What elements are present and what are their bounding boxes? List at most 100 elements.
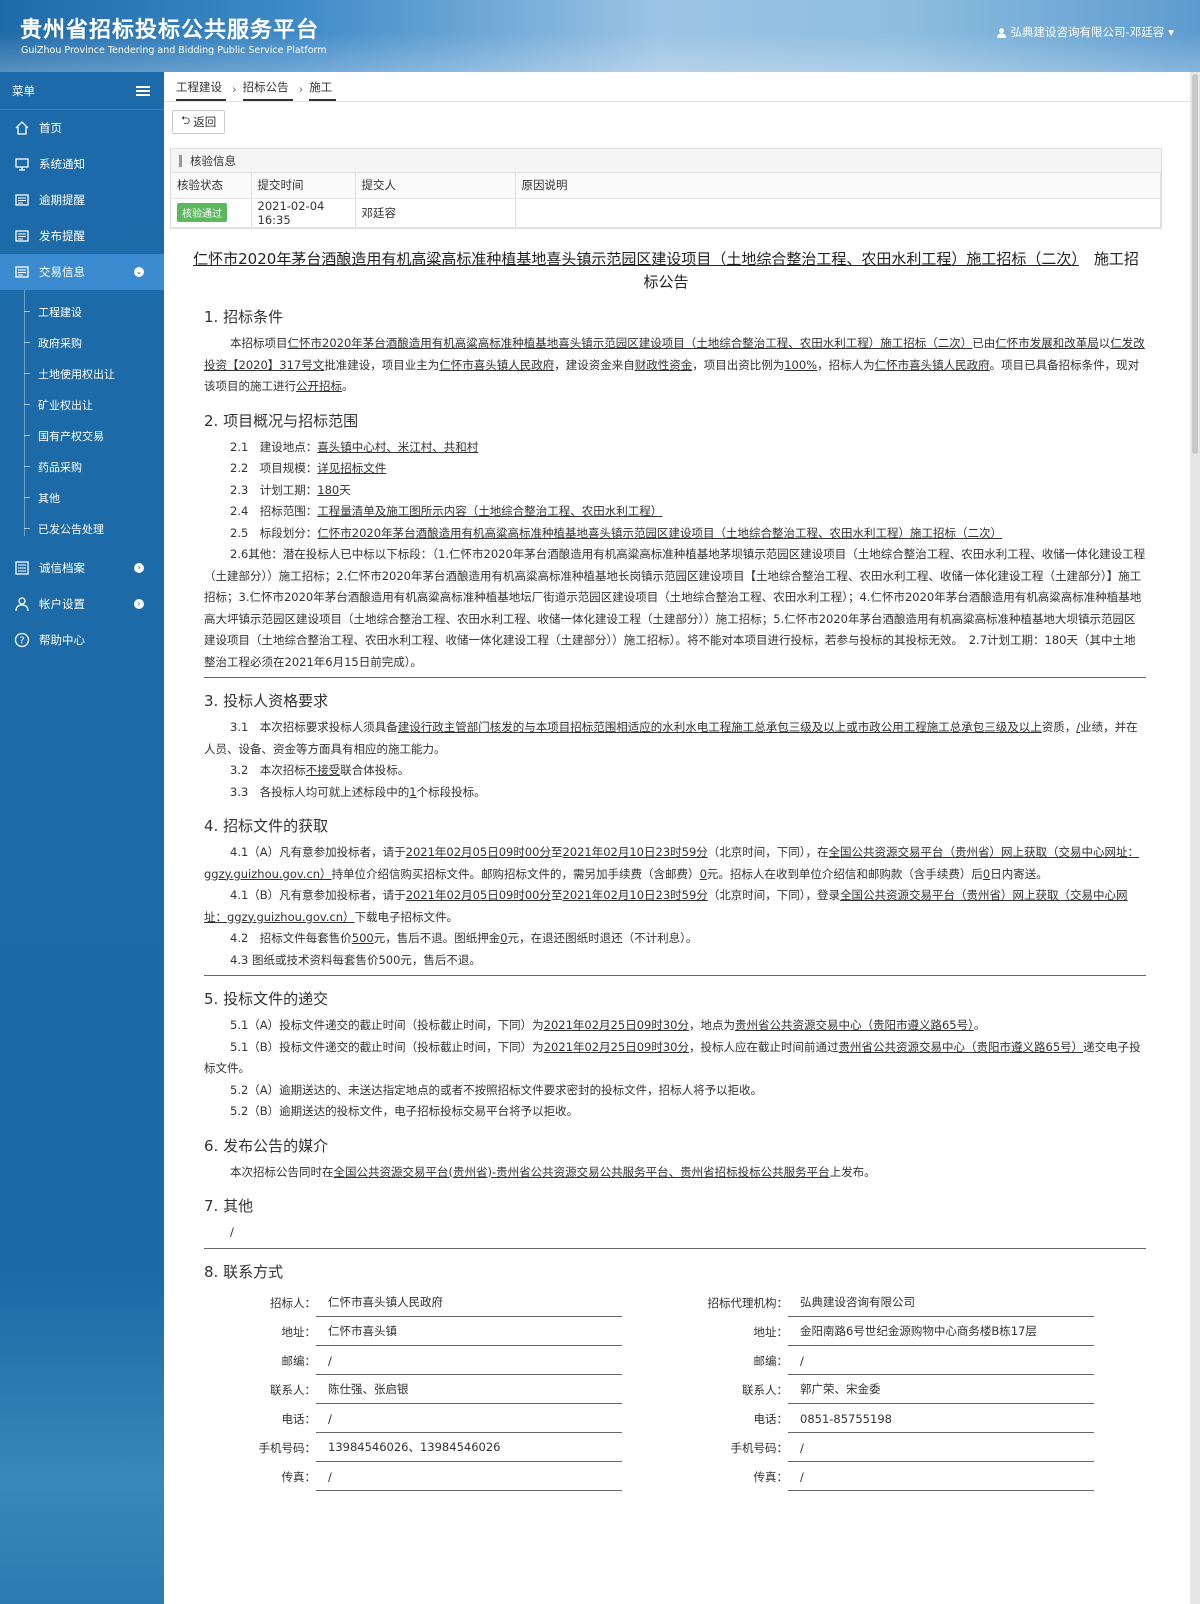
monitor-icon — [13, 155, 31, 173]
contact-row: 手机号码： 13984546026、13984546026 — [186, 1433, 622, 1462]
sidebar-item-publish[interactable]: 发布提醒 — [0, 218, 164, 254]
main-content: 工程建设 › 招标公告 › 施工 ⮌ 返回 核验信息 核验状态 提交时间 提交人 … — [164, 72, 1190, 1604]
verify-table: 核验状态 提交时间 提交人 原因说明 核验通过 2021-02-04 16:35… — [171, 173, 1161, 228]
paragraph: 本招标项目仁怀市2020年茅台酒酿造用有机高粱高标准种植基地喜头镇示范园区建设项… — [204, 336, 1145, 393]
contact-row: 地址： 仁怀市喜头镇 — [186, 1317, 622, 1346]
breadcrumb: 工程建设 › 招标公告 › 施工 — [164, 72, 1190, 102]
reason-cell — [515, 198, 1161, 228]
announcement-document: 仁怀市2020年茅台酒酿造用有机高粱高标准种植基地喜头镇示范园区建设项目（土地综… — [186, 248, 1146, 1498]
sidebar-item-home[interactable]: 首页 — [0, 110, 164, 146]
section-title: 5. 投标文件的递交 — [204, 990, 329, 1008]
section-title: 1. 招标条件 — [204, 308, 284, 326]
section-title: 8. 联系方式 — [204, 1262, 284, 1281]
breadcrumb-item[interactable]: 招标公告 — [242, 79, 293, 101]
sidebar-subitem-construction[interactable]: 工程建设 — [0, 296, 164, 327]
paragraph: / — [230, 1225, 234, 1239]
paragraph: 2.3 计划工期：180天 — [230, 482, 351, 497]
sidebar-item-credit[interactable]: 诚信档案 › — [0, 550, 164, 586]
sidebar-item-label: 逾期提醒 — [39, 193, 85, 207]
title-tail: 施工招 — [1093, 250, 1139, 268]
sidebar-item-label: 帮助中心 — [39, 633, 85, 647]
back-label: 返回 — [193, 115, 217, 129]
col-header: 提交时间 — [251, 173, 356, 199]
sidebar-subitem-gov-procurement[interactable]: 政府采购 — [0, 327, 164, 358]
sidebar: 菜单 首页 系统通知 逾期提醒 发布提醒 交易信息 ⌄ 工程建设 政府采购 土地使… — [0, 72, 164, 1604]
divider — [204, 677, 1146, 678]
section-title: 6. 发布公告的媒介 — [204, 1136, 329, 1155]
contact-row: 电话： 0851-85755198 — [656, 1404, 1094, 1433]
sidebar-item-label: 发布提醒 — [39, 229, 85, 243]
sidebar-subitem-published[interactable]: 已发公告处理 — [0, 513, 164, 544]
contact-row: 招标代理机构： 弘典建设咨询有限公司 — [656, 1288, 1094, 1317]
site-title: 贵州省招标投标公共服务平台 — [20, 18, 320, 43]
section-title: 2. 项目概况与招标范围 — [204, 411, 359, 430]
paragraph: 2.2 项目规模：详见招标文件 — [230, 461, 387, 475]
title-project: 仁怀市2020年茅台酒酿造用有机高粱高标准种植基地喜头镇示范园区建设项目（土地综… — [193, 250, 1079, 268]
sidebar-item-trade[interactable]: 交易信息 ⌄ — [0, 254, 164, 290]
sidebar-item-help[interactable]: ? 帮助中心 — [0, 622, 164, 658]
paragraph: 5.2（B）逾期送达的投标文件，电子招标投标交易平台将予以拒收。 — [230, 1104, 579, 1118]
contact-row: 传真： / — [656, 1462, 1094, 1491]
breadcrumb-item[interactable]: 工程建设 — [176, 79, 226, 101]
divider — [204, 1247, 1146, 1249]
table-header: 核验状态 提交时间 提交人 原因说明 — [171, 173, 1161, 199]
status-cell: 核验通过 — [171, 198, 252, 228]
sidebar-subitem-mining[interactable]: 矿业权出让 — [0, 389, 164, 420]
paragraph: 2.4 招标范围：工程量清单及施工图所示内容（土地综合整治工程、农田水利工程） — [230, 504, 663, 518]
paragraph: 4.2 招标文件每套售价500元，售后不退。图纸押金0元，在退还图纸时退还（不计… — [230, 931, 698, 945]
sidebar-item-label: 帐户设置 — [39, 597, 85, 611]
sidebar-item-label: 诚信档案 — [39, 561, 85, 575]
paragraph: 4.1（B）凡有意参加投标者，请于2021年02月05日09时00分至2021年… — [204, 888, 1128, 924]
paragraph: 2.6其他：潜在投标人已中标以下标段：（1.仁怀市2020年茅台酒酿造用有机高粱… — [204, 547, 1146, 669]
paragraph: 5.1（B）投标文件递交的截止时间（投标截止时间，下同）为2021年02月25日… — [204, 1039, 1141, 1076]
paragraph: 3.1 本次招标要求投标人须具备建设行政主管部门核发的与本项目招标范围相适应的水… — [204, 720, 1138, 756]
user-menu[interactable]: 弘典建设咨询有限公司-邓廷容 ▾ — [996, 24, 1174, 40]
list-icon — [13, 263, 31, 281]
contact-row: 地址： 金阳南路6号世纪金源购物中心商务楼B栋17层 — [656, 1317, 1094, 1346]
sidebar-subitem-medicine[interactable]: 药品采购 — [0, 451, 164, 482]
home-icon — [13, 119, 31, 137]
title-tail: 标公告 — [643, 273, 689, 291]
col-header: 核验状态 — [171, 173, 252, 199]
back-button[interactable]: ⮌ 返回 — [172, 110, 226, 134]
sidebar-item-notice[interactable]: 系统通知 — [0, 146, 164, 182]
contact-row: 传真： / — [186, 1462, 622, 1491]
paragraph: 本次招标公告同时在全国公共资源交易平台(贵州省)-贵州省公共资源交易公共服务平台… — [230, 1164, 876, 1179]
scrollbar[interactable] — [1190, 72, 1200, 1604]
verify-panel: 核验信息 核验状态 提交时间 提交人 原因说明 核验通过 2021-02-04 … — [170, 148, 1162, 229]
sidebar-item-label: 首页 — [39, 121, 62, 135]
breadcrumb-separator: › — [298, 82, 304, 96]
chevron-down-icon: ⌄ — [134, 267, 144, 277]
submitter-cell: 邓廷容 — [355, 198, 516, 228]
section-title: 3. 投标人资格要求 — [204, 692, 329, 710]
col-header: 原因说明 — [515, 173, 1161, 199]
contact-row: 邮编： / — [186, 1346, 622, 1375]
hamburger-icon[interactable] — [136, 85, 150, 96]
breadcrumb-item[interactable]: 施工 — [309, 79, 337, 101]
paragraph: 4.1（A）凡有意参加投标者，请于2021年02月05日09时00分至2021年… — [204, 845, 1140, 881]
contact-table: 招标人： 仁怀市喜头镇人民政府 地址： 仁怀市喜头镇 邮编： / 联系人： 陈仕强、张启… — [186, 1288, 1146, 1498]
list-icon — [13, 191, 31, 209]
contact-row: 邮编： / — [656, 1346, 1094, 1375]
paragraph: 2.5 标段划分：仁怀市2020年茅台酒酿造用有机高粱高标准种植基地喜头镇示范园… — [230, 525, 1003, 540]
sidebar-subitem-state-property[interactable]: 国有产权交易 — [0, 420, 164, 451]
paragraph: 4.3 图纸或技术资料每套售价500元，售后不退。 — [230, 952, 481, 967]
list-icon — [13, 559, 31, 577]
sidebar-item-label: 交易信息 — [39, 265, 85, 279]
time-cell: 2021-02-04 16:35 — [251, 198, 356, 228]
svg-text:?: ? — [19, 636, 24, 647]
status-badge: 核验通过 — [177, 203, 227, 222]
sidebar-subitem-other[interactable]: 其他 — [0, 482, 164, 513]
section-title: 4. 招标文件的获取 — [204, 817, 329, 835]
paragraph: 5.1（A）投标文件递交的截止时间（投标截止时间，下同）为2021年02月25日… — [230, 1018, 986, 1032]
paragraph: 2.1 建设地点：喜头镇中心村、米江村、共和村 — [230, 439, 479, 454]
menu-header: 菜单 — [0, 72, 164, 110]
contact-row: 招标人： 仁怀市喜头镇人民政府 — [186, 1288, 622, 1317]
scrollbar-thumb[interactable] — [1192, 74, 1198, 454]
back-icon: ⮌ — [181, 112, 191, 127]
list-icon — [13, 227, 31, 245]
sidebar-item-account[interactable]: 帐户设置 › — [0, 586, 164, 622]
sidebar-subitem-land[interactable]: 土地使用权出让 — [0, 358, 164, 389]
sidebar-item-overdue[interactable]: 逾期提醒 — [0, 182, 164, 218]
chevron-right-icon: › — [134, 563, 144, 573]
